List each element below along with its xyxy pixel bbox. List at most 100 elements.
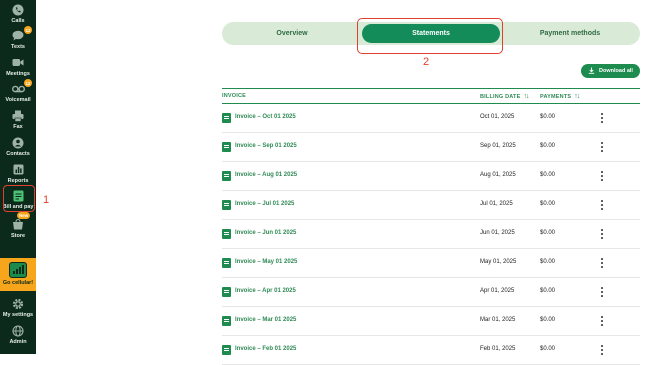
row-actions-menu-icon[interactable] bbox=[599, 112, 605, 124]
sidebar-item-store[interactable]: New Store bbox=[0, 212, 36, 240]
invoice-document-icon bbox=[222, 229, 231, 239]
row-actions-menu-icon[interactable] bbox=[599, 228, 605, 240]
sort-icon[interactable]: ↑↓ bbox=[524, 93, 530, 100]
new-badge: New bbox=[17, 212, 31, 219]
invoice-link[interactable]: Invoice – May 01 2025 bbox=[235, 259, 297, 265]
sidebar-item-go-cellular[interactable]: Go cellular! bbox=[0, 258, 36, 291]
billing-date-cell: Sep 01, 2025 bbox=[480, 143, 516, 149]
video-icon bbox=[11, 56, 25, 69]
invoice-link[interactable]: Invoice – Jul 01 2025 bbox=[235, 201, 294, 207]
row-actions-menu-icon[interactable] bbox=[599, 344, 605, 356]
reports-icon bbox=[11, 163, 25, 176]
voicemail-icon: 12 bbox=[11, 79, 32, 95]
column-header-invoice: INVOICE bbox=[222, 93, 247, 99]
download-all-button[interactable]: Download all bbox=[581, 64, 640, 78]
sidebar-item-label: Texts bbox=[11, 44, 25, 50]
row-actions-menu-icon[interactable] bbox=[599, 257, 605, 269]
gear-icon bbox=[11, 297, 25, 310]
fax-icon bbox=[11, 109, 25, 122]
billing-date-cell: Mar 01, 2025 bbox=[480, 317, 516, 323]
payment-cell: $0.00 bbox=[540, 114, 556, 120]
payment-cell: $0.00 bbox=[540, 259, 556, 265]
invoice-link[interactable]: Invoice – Sep 01 2025 bbox=[235, 143, 297, 149]
billing-date-cell: Oct 01, 2025 bbox=[480, 114, 515, 120]
download-all-label: Download all bbox=[599, 68, 633, 74]
sidebar-item-label: Contacts bbox=[6, 151, 30, 157]
invoice-link[interactable]: Invoice – Jun 01 2025 bbox=[235, 230, 296, 236]
sidebar-item-meetings[interactable]: Meetings bbox=[0, 56, 36, 78]
sidebar-item-label: Reports bbox=[7, 178, 29, 184]
sidebar-item-reports[interactable]: Reports bbox=[0, 163, 36, 185]
table-row: Invoice – Sep 01 2025 Sep 01, 2025 $0.00 bbox=[222, 133, 640, 162]
table-row: Invoice – Mar 01 2025 Mar 01, 2025 $0.00 bbox=[222, 307, 640, 336]
sidebar-item-fax[interactable]: Fax bbox=[0, 109, 36, 131]
row-actions-menu-icon[interactable] bbox=[599, 199, 605, 211]
sidebar-item-label: Go cellular! bbox=[2, 280, 34, 286]
table-row: Invoice – Jul 01 2025 Jul 01, 2025 $0.00 bbox=[222, 191, 640, 220]
sidebar-item-calls[interactable]: Calls bbox=[0, 3, 36, 25]
cellular-icon bbox=[9, 262, 27, 278]
billing-date-cell: May 01, 2025 bbox=[480, 259, 517, 265]
sidebar-item-texts[interactable]: 12 Texts bbox=[0, 26, 36, 51]
row-actions-menu-icon[interactable] bbox=[599, 170, 605, 182]
billing-date-cell: Apr 01, 2025 bbox=[480, 288, 515, 294]
table-row: Invoice – Oct 01 2025 Oct 01, 2025 $0.00 bbox=[222, 104, 640, 133]
billing-date-cell: Aug 01, 2025 bbox=[480, 172, 516, 178]
tab-overview[interactable]: Overview bbox=[222, 22, 362, 45]
table-row: Invoice – Apr 01 2025 Apr 01, 2025 $0.00 bbox=[222, 278, 640, 307]
sidebar-item-label: Admin bbox=[9, 339, 27, 345]
payment-cell: $0.00 bbox=[540, 172, 556, 178]
sidebar-item-label: Store bbox=[10, 233, 26, 239]
sidebar-item-label: Calls bbox=[11, 18, 25, 24]
row-actions-menu-icon[interactable] bbox=[599, 141, 605, 153]
sidebar-item-label: Meetings bbox=[6, 71, 30, 77]
invoice-document-icon bbox=[222, 171, 231, 181]
table-row: Invoice – Aug 01 2025 Aug 01, 2025 $0.00 bbox=[222, 162, 640, 191]
sidebar: Calls 12 Texts Meetings 12 Voicemail Fax… bbox=[0, 0, 36, 354]
table-row: Invoice – Jun 01 2025 Jun 01, 2025 $0.00 bbox=[222, 220, 640, 249]
download-icon bbox=[588, 67, 595, 76]
invoice-document-icon bbox=[222, 258, 231, 268]
payment-cell: $0.00 bbox=[540, 346, 556, 352]
sort-icon[interactable]: ↑↓ bbox=[574, 93, 580, 100]
payment-cell: $0.00 bbox=[540, 143, 556, 149]
payment-cell: $0.00 bbox=[540, 201, 556, 207]
invoice-document-icon bbox=[222, 287, 231, 297]
invoice-document-icon bbox=[222, 142, 231, 152]
invoice-link[interactable]: Invoice – Mar 01 2025 bbox=[235, 317, 296, 323]
column-header-billing-date[interactable]: BILLING DATE ↑↓ bbox=[480, 93, 530, 100]
tab-payment-methods[interactable]: Payment methods bbox=[500, 22, 640, 45]
invoice-document-icon bbox=[222, 113, 231, 123]
invoice-link[interactable]: Invoice – Apr 01 2025 bbox=[235, 288, 296, 294]
billing-date-cell: Feb 01, 2025 bbox=[480, 346, 516, 352]
sidebar-item-admin[interactable]: Admin bbox=[0, 324, 36, 346]
invoice-link[interactable]: Invoice – Feb 01 2025 bbox=[235, 346, 296, 352]
globe-icon bbox=[11, 324, 25, 337]
billing-date-cell: Jun 01, 2025 bbox=[480, 230, 515, 236]
invoice-link[interactable]: Invoice – Oct 01 2025 bbox=[235, 114, 296, 120]
invoice-link[interactable]: Invoice – Aug 01 2025 bbox=[235, 172, 297, 178]
payment-cell: $0.00 bbox=[540, 230, 556, 236]
sidebar-item-label: Voicemail bbox=[5, 97, 31, 103]
sidebar-item-contacts[interactable]: Contacts bbox=[0, 136, 36, 158]
row-actions-menu-icon[interactable] bbox=[599, 315, 605, 327]
row-actions-menu-icon[interactable] bbox=[599, 286, 605, 298]
column-header-payments[interactable]: PAYMENTS ↑↓ bbox=[540, 93, 580, 100]
payment-cell: $0.00 bbox=[540, 317, 556, 323]
annotation-step-1: 1 bbox=[43, 194, 50, 206]
store-icon: New bbox=[11, 212, 31, 231]
voicemail-count-badge: 12 bbox=[24, 79, 32, 87]
statements-table-header: INVOICE BILLING DATE ↑↓ PAYMENTS ↑↓ bbox=[222, 88, 640, 104]
sidebar-item-voicemail[interactable]: 12 Voicemail bbox=[0, 79, 36, 104]
sidebar-item-label: Fax bbox=[13, 124, 23, 130]
bill-and-pay-highlight bbox=[3, 185, 35, 212]
phone-icon bbox=[11, 3, 25, 16]
statements-tab-highlight bbox=[357, 18, 503, 54]
contacts-icon bbox=[11, 136, 25, 149]
sidebar-item-my-settings[interactable]: My settings bbox=[0, 297, 36, 319]
table-row: Invoice – May 01 2025 May 01, 2025 $0.00 bbox=[222, 249, 640, 278]
texts-count-badge: 12 bbox=[24, 26, 32, 34]
annotation-step-2: 2 bbox=[423, 56, 430, 68]
sidebar-item-label: My settings bbox=[2, 312, 34, 318]
invoice-document-icon bbox=[222, 316, 231, 326]
